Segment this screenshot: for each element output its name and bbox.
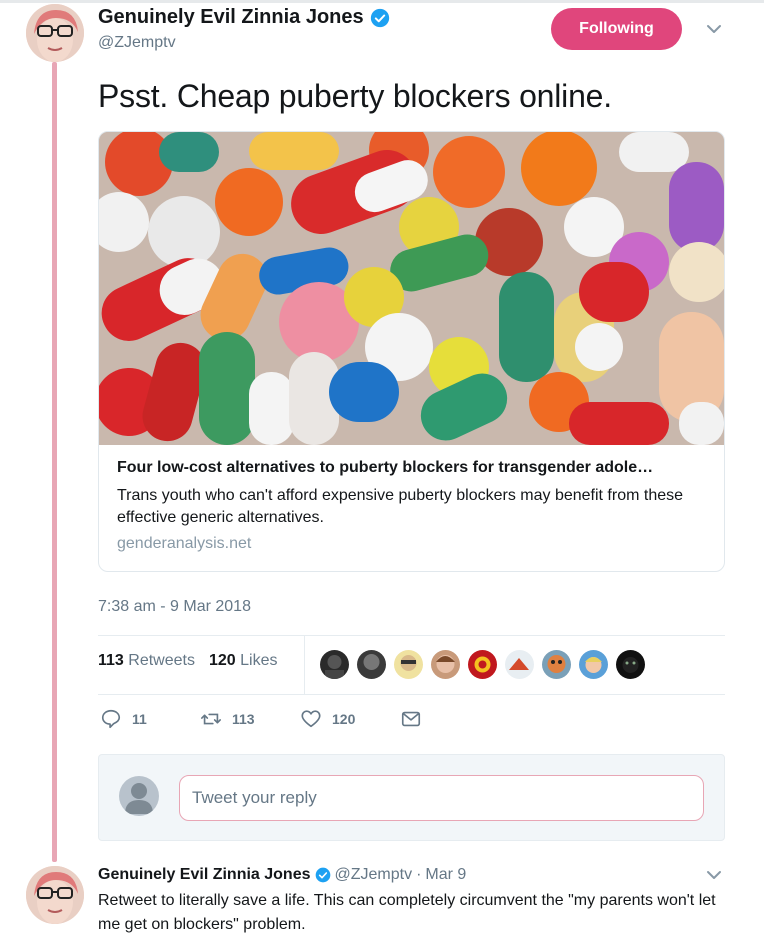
reply-composer: Tweet your reply [98,754,725,841]
liker-avatar[interactable] [542,650,571,679]
liker-avatar[interactable] [357,650,386,679]
envelope-icon [401,711,421,727]
retweets-stat[interactable]: 113 Retweets [98,652,195,670]
engagement-stats: 113 Retweets 120 Likes [98,652,277,670]
retweets-count: 113 [98,652,124,669]
meta-separator: · [416,866,422,883]
author-avatar[interactable] [26,4,84,62]
tweet-actions: 11 113 120 [100,708,422,730]
reply-author-avatar[interactable] [26,866,84,924]
liker-avatar[interactable] [431,650,460,679]
stats-divider [304,636,305,694]
like-count: 120 [332,711,356,727]
author-handle[interactable]: @ZJemptv [98,34,176,52]
following-button[interactable]: Following [551,8,682,50]
divider-bottom [98,694,725,695]
liker-avatars [320,650,645,679]
reply-author-handle[interactable]: @ZJemptv [335,866,413,884]
likes-count: 120 [208,652,236,669]
tweet-text: Psst. Cheap puberty blockers online. [98,78,612,114]
liker-avatar[interactable] [505,650,534,679]
author-name-row: Genuinely Evil Zinnia Jones [98,6,390,29]
card-image-pills [99,132,724,445]
reply-date[interactable]: Mar 9 [425,866,466,884]
liker-avatar[interactable] [394,650,423,679]
author-display-name[interactable]: Genuinely Evil Zinnia Jones [98,6,364,29]
divider-top [98,635,725,636]
like-action[interactable]: 120 [300,708,400,730]
thread-connector-line [52,62,57,862]
link-preview-card[interactable]: Four low-cost alternatives to puberty bl… [98,131,725,572]
liker-avatar[interactable] [579,650,608,679]
card-title: Four low-cost alternatives to puberty bl… [117,459,654,476]
reply-tweet-header: Genuinely Evil Zinnia Jones @ZJemptv · M… [98,866,466,884]
liker-avatar[interactable] [320,650,349,679]
retweet-icon [201,713,221,725]
likes-stat[interactable]: 120 Likes [209,652,278,670]
verified-badge-icon [370,8,389,27]
direct-message-action[interactable] [400,708,422,730]
verified-badge-icon [315,867,330,883]
card-description: Trans youth who can't afford expensive p… [117,487,684,526]
liker-avatar[interactable] [468,650,497,679]
reply-count: 11 [132,711,147,727]
card-domain: genderanalysis.net [117,535,252,552]
reply-tweet-text: Retweet to literally save a life. This c… [98,892,716,933]
retweets-label: Retweets [128,652,195,669]
retweet-action[interactable]: 113 [200,708,300,730]
reply-input[interactable]: Tweet your reply [179,775,704,821]
chevron-down-icon[interactable] [705,866,723,884]
reply-icon [101,709,121,729]
tweet-timestamp[interactable]: 7:38 am - 9 Mar 2018 [98,598,251,616]
liker-avatar[interactable] [616,650,645,679]
top-border [0,0,764,3]
likes-label: Likes [240,652,278,669]
reply-author-name[interactable]: Genuinely Evil Zinnia Jones [98,866,311,884]
chevron-down-icon[interactable] [705,20,723,38]
retweet-count: 113 [232,711,255,727]
heart-icon [301,710,321,728]
reply-action[interactable]: 11 [100,708,200,730]
current-user-avatar [119,776,159,816]
